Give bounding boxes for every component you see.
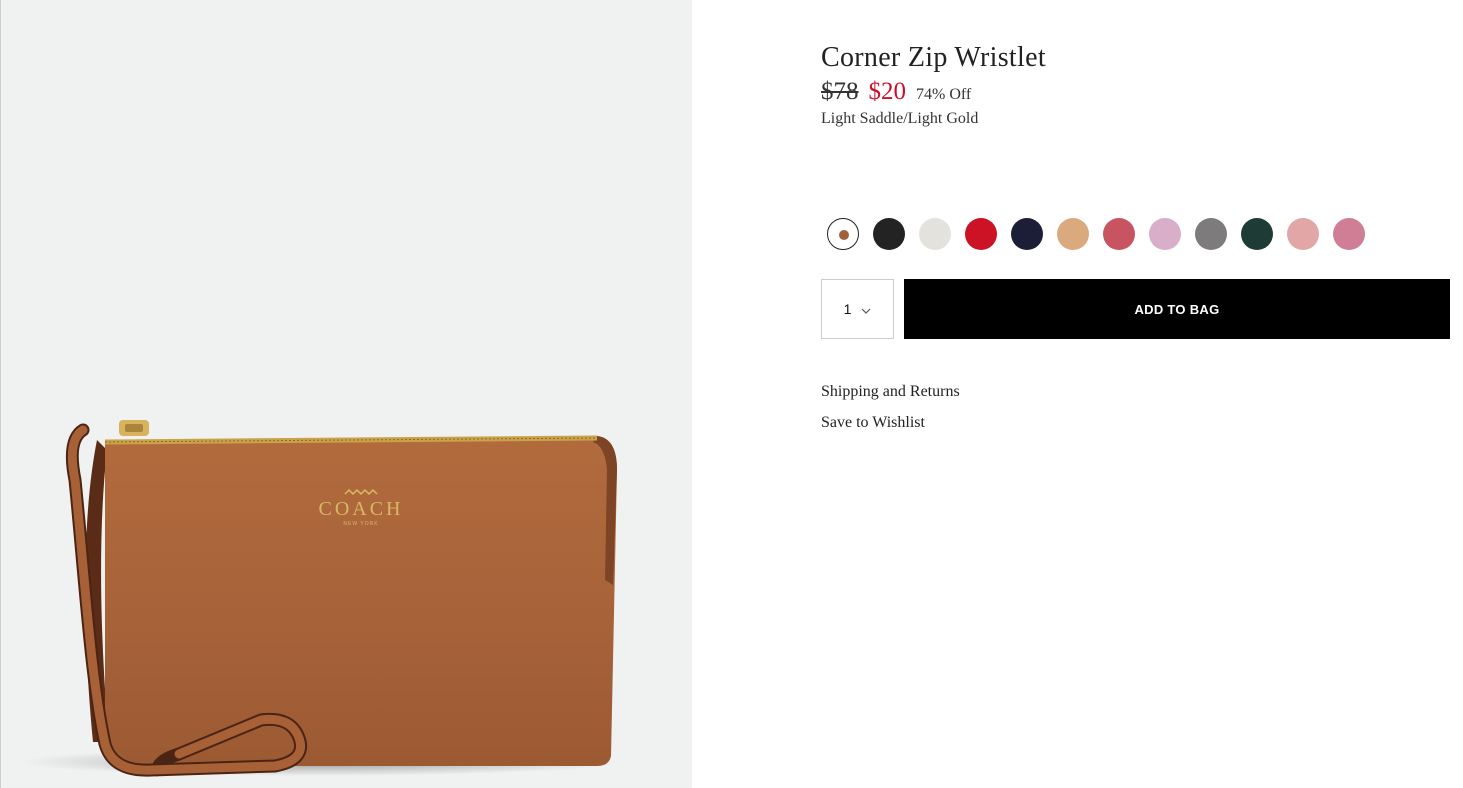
color-swatch[interactable]: [1195, 218, 1227, 250]
price-row: $78 $20 74% Off: [821, 78, 1451, 108]
product-image: COACH NEW YORK: [0, 0, 692, 788]
shipping-returns-link[interactable]: Shipping and Returns: [821, 382, 960, 402]
color-swatch[interactable]: [873, 218, 905, 250]
color-swatch[interactable]: [919, 218, 951, 250]
color-swatch[interactable]: [1333, 218, 1365, 250]
discount-label: 74% Off: [916, 86, 972, 103]
brand-logo-text: COACH: [318, 498, 403, 520]
selected-swatch-dot: [839, 230, 849, 240]
color-swatches: [827, 218, 1379, 250]
chevron-down-icon: [861, 301, 871, 317]
quantity-value: 1: [843, 301, 852, 317]
color-swatch[interactable]: [965, 218, 997, 250]
color-swatch[interactable]: [1287, 218, 1319, 250]
product-title: Corner Zip Wristlet: [821, 42, 1046, 73]
save-to-wishlist-link[interactable]: Save to Wishlist: [821, 413, 960, 433]
product-links: Shipping and Returns Save to Wishlist: [821, 382, 960, 444]
quantity-select[interactable]: 1: [821, 279, 894, 339]
product-info: Corner Zip Wristlet $78 $20 74% Off Ligh…: [821, 40, 1451, 128]
color-swatch[interactable]: [1241, 218, 1273, 250]
color-swatch[interactable]: [1057, 218, 1089, 250]
add-to-bag-button[interactable]: ADD TO BAG: [904, 279, 1450, 339]
color-swatch[interactable]: [1103, 218, 1135, 250]
color-swatch[interactable]: [1149, 218, 1181, 250]
wristlet-image: COACH NEW YORK: [21, 420, 621, 777]
color-swatch[interactable]: [827, 218, 859, 250]
original-price: $78: [821, 78, 859, 105]
selected-color-name: Light Saddle/Light Gold: [821, 110, 979, 127]
brand-logo-subtext: NEW YORK: [343, 521, 378, 527]
sale-price: $20: [868, 78, 907, 105]
color-swatch[interactable]: [1011, 218, 1043, 250]
